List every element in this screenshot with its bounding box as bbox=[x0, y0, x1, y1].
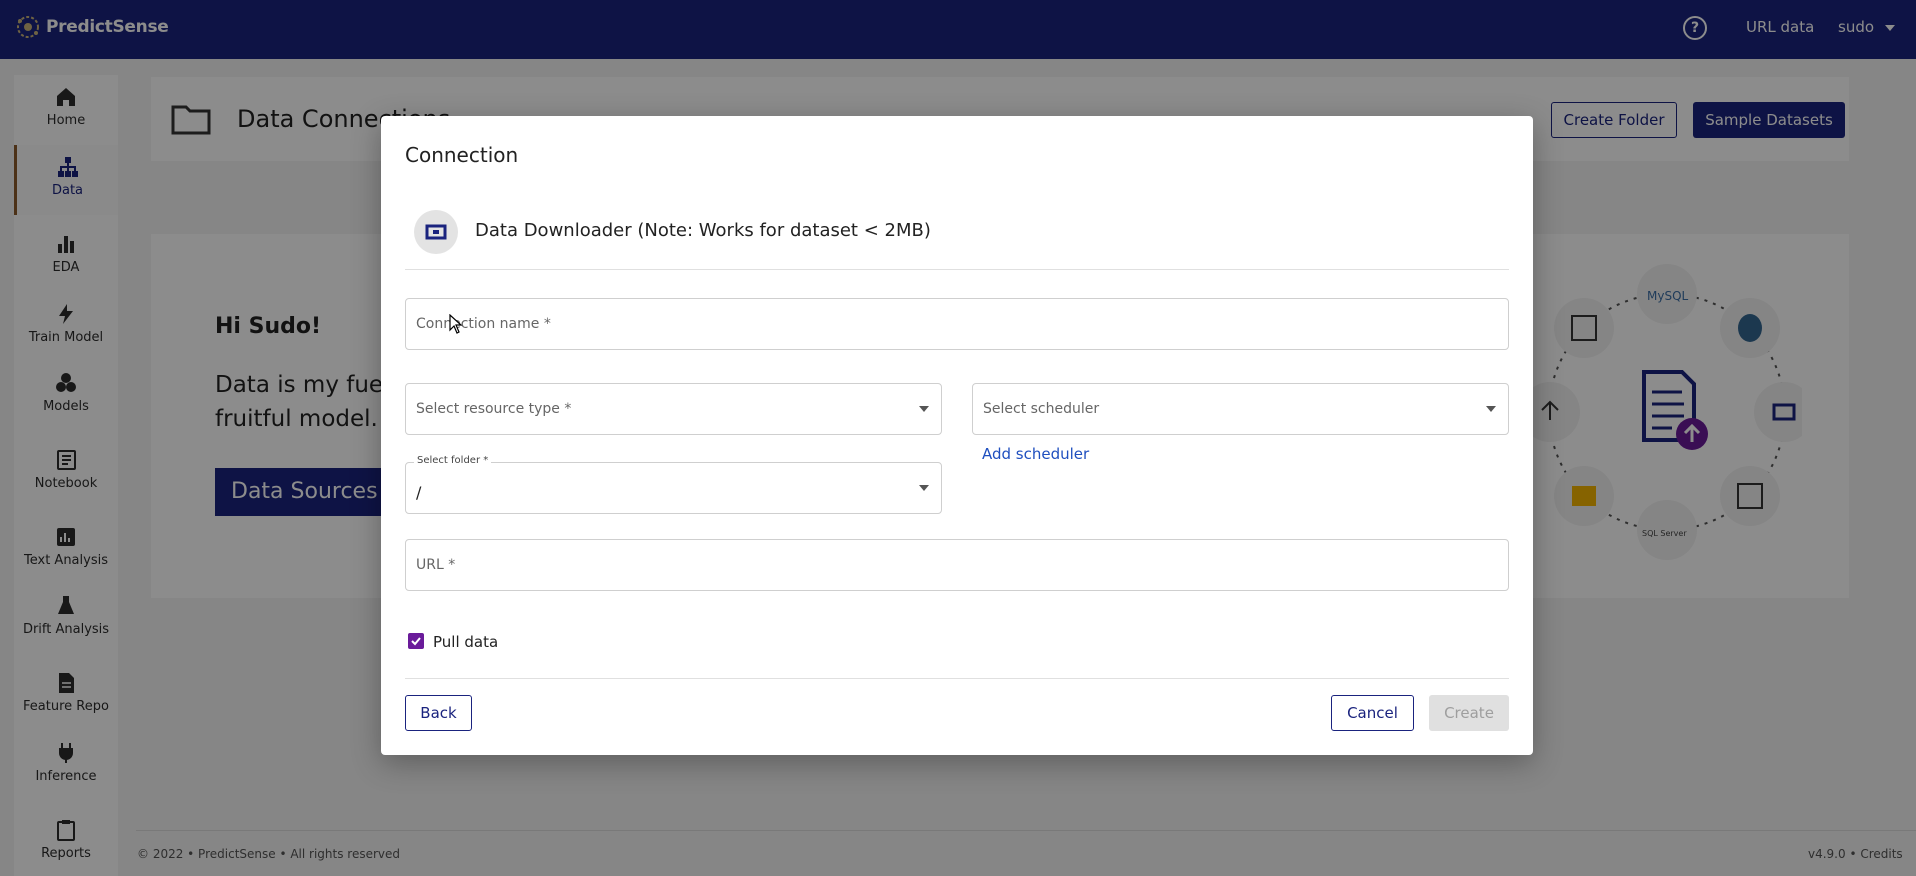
chevron-down-icon bbox=[919, 485, 929, 491]
resource-type-placeholder: Select resource type * bbox=[416, 401, 572, 417]
mouse-cursor-icon bbox=[449, 314, 463, 334]
cancel-button[interactable]: Cancel bbox=[1331, 695, 1414, 731]
folder-select-value: / bbox=[416, 483, 422, 502]
source-type-label: Data Downloader (Note: Works for dataset… bbox=[475, 220, 931, 241]
connection-name-placeholder: Connection name * bbox=[416, 316, 551, 332]
pull-data-checkbox[interactable] bbox=[408, 633, 424, 649]
pull-data-label[interactable]: Pull data bbox=[433, 633, 498, 651]
chevron-down-icon bbox=[1486, 406, 1496, 412]
modal-divider bbox=[405, 269, 1509, 270]
resource-type-select[interactable]: Select resource type * bbox=[405, 383, 942, 435]
url-placeholder: URL * bbox=[416, 557, 456, 573]
connection-modal: Connection Data Downloader (Note: Works … bbox=[381, 116, 1533, 755]
back-button[interactable]: Back bbox=[405, 695, 472, 731]
folder-select-label: Select folder * bbox=[414, 455, 492, 466]
create-button[interactable]: Create bbox=[1429, 695, 1509, 731]
scheduler-placeholder: Select scheduler bbox=[983, 401, 1100, 417]
url-input[interactable]: URL * bbox=[405, 539, 1509, 591]
modal-title: Connection bbox=[405, 143, 519, 167]
data-downloader-icon bbox=[414, 210, 458, 254]
modal-footer-divider bbox=[405, 678, 1509, 679]
checkmark-icon bbox=[411, 637, 421, 646]
folder-select[interactable]: Select folder * / bbox=[405, 455, 942, 514]
connection-name-input[interactable]: Connection name * bbox=[405, 298, 1509, 350]
scheduler-select[interactable]: Select scheduler bbox=[972, 383, 1509, 435]
add-scheduler-link[interactable]: Add scheduler bbox=[982, 445, 1089, 463]
chevron-down-icon bbox=[919, 406, 929, 412]
